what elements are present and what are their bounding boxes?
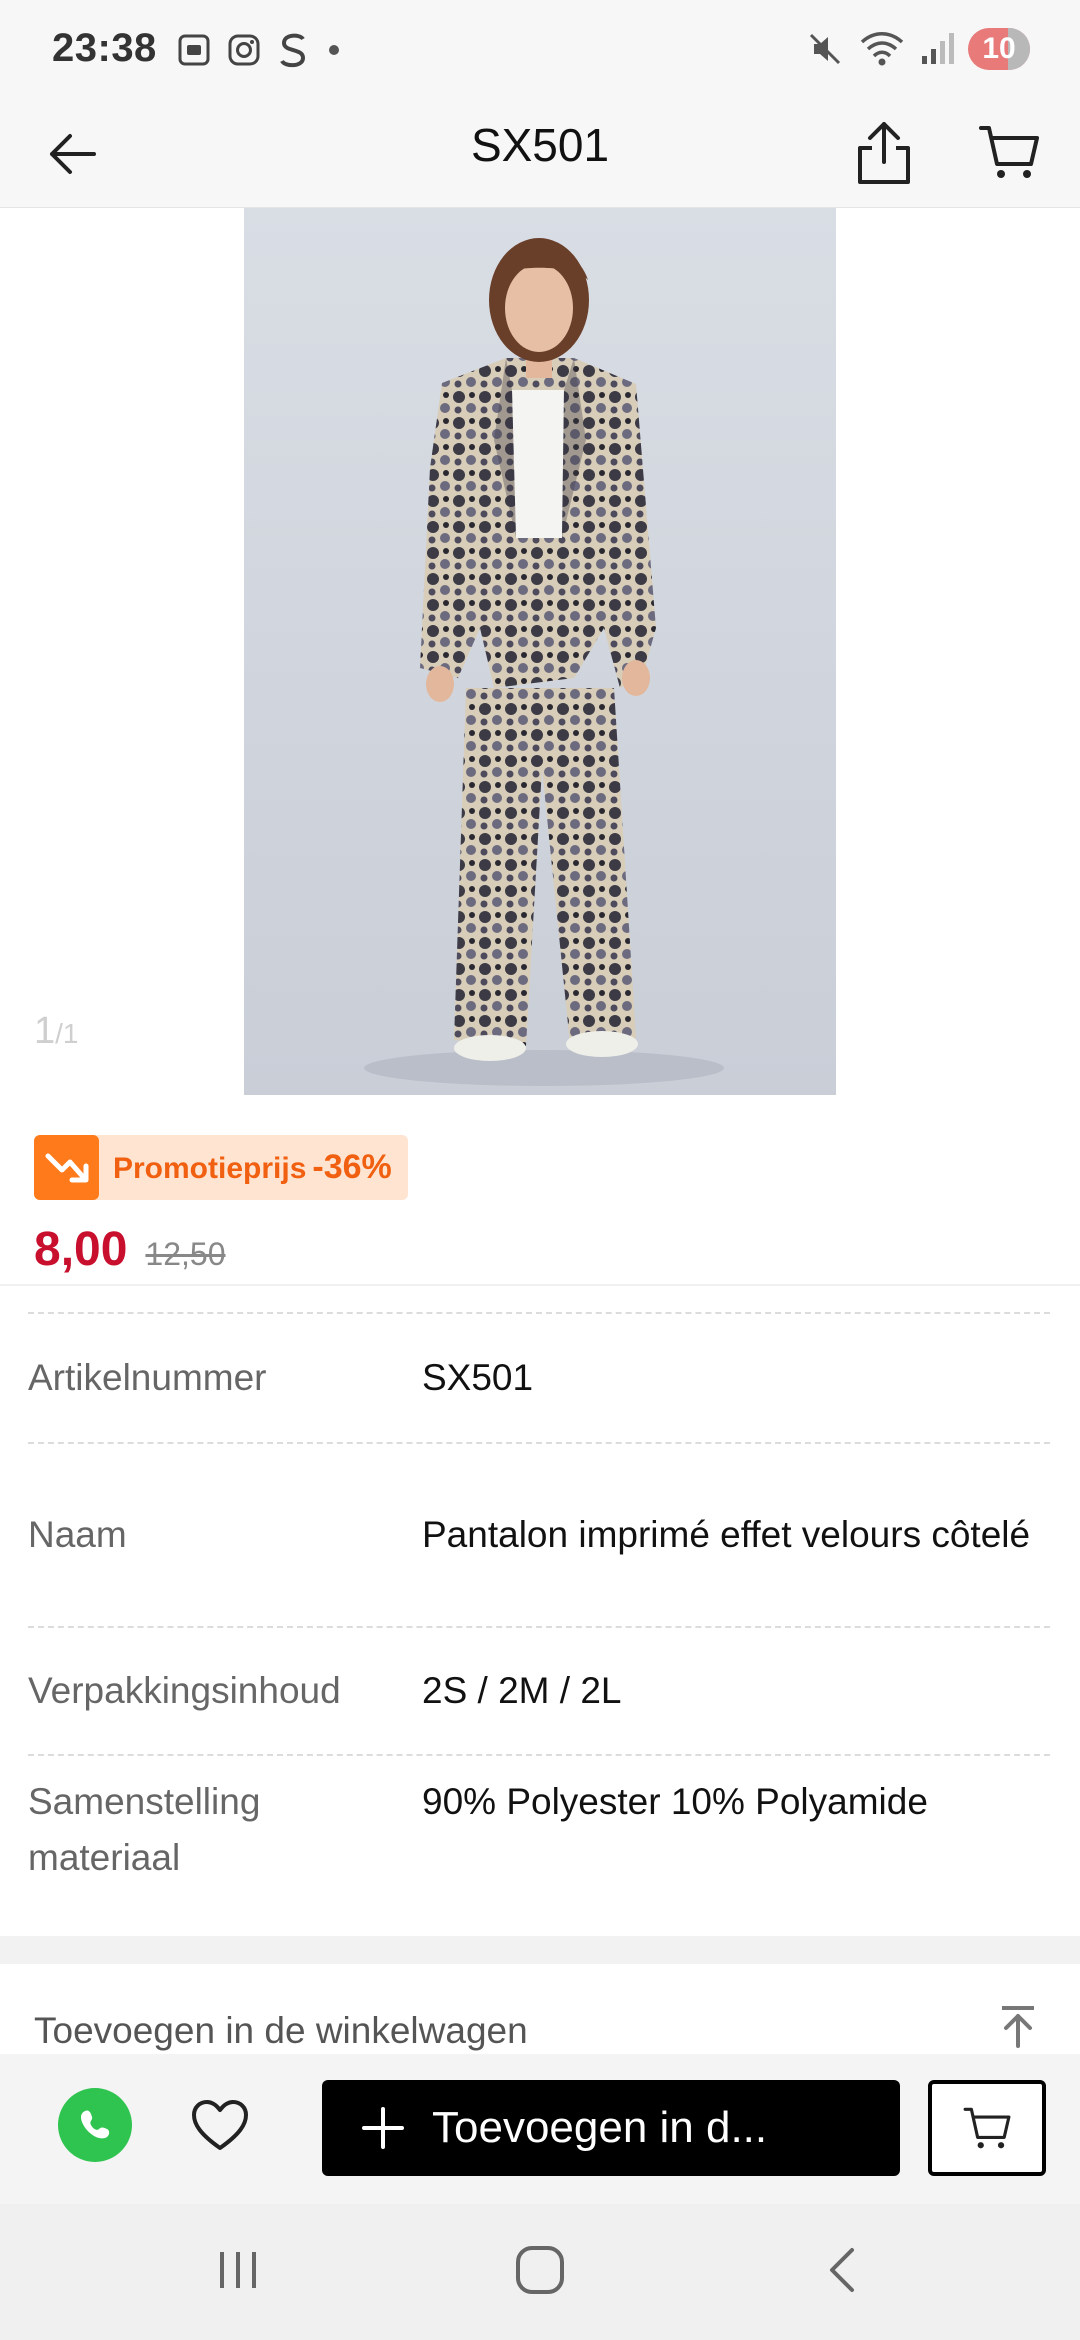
system-back-button[interactable]: [820, 2244, 864, 2301]
whatsapp-button[interactable]: [58, 2088, 132, 2162]
add-to-cart-section: Toevoegen in de winkelwagen: [0, 1964, 1080, 2054]
promo-discount: -36%: [312, 1148, 392, 1186]
cart-icon: [963, 2107, 1011, 2149]
signal-icon: [922, 33, 954, 64]
home-icon: [516, 2246, 564, 2294]
current-price: 8,00: [34, 1223, 128, 1276]
price-row: 8,00 12,50: [34, 1222, 226, 1277]
promo-label-text: Promotieprijs: [113, 1152, 307, 1185]
section-separator: [0, 1936, 1080, 1964]
status-time: 23:38: [52, 26, 157, 70]
add-to-cart-label: Toevoegen in d...: [432, 2103, 768, 2152]
battery-level: 10: [982, 32, 1016, 65]
top-app-bar: SX501: [0, 96, 1080, 208]
spec-row-name: Naam Pantalon imprimé effet velours côte…: [28, 1442, 1050, 1626]
divider: [0, 1284, 1080, 1286]
cart-button[interactable]: [928, 2080, 1046, 2176]
heart-icon: [192, 2100, 248, 2150]
spec-value: 90% Polyester 10% Polyamide: [422, 1781, 928, 1822]
recent-apps-icon: [220, 2252, 256, 2288]
scroll-to-top-button[interactable]: [996, 2004, 1040, 2053]
image-counter-current: 1: [34, 1010, 56, 1052]
recent-apps-button[interactable]: [214, 2244, 262, 2301]
bottom-action-bar: Toevoegen in d...: [0, 2054, 1080, 2204]
product-gallery[interactable]: [0, 208, 1080, 1096]
spec-label: Naam: [28, 1514, 127, 1555]
mute-icon: [809, 33, 841, 65]
spec-row-article-number: Artikelnummer SX501: [28, 1312, 1050, 1442]
status-system-icons: 10: [806, 26, 1030, 72]
spec-row-material: Samenstelling materiaal 90% Polyester 10…: [28, 1754, 1050, 1936]
original-price: 12,50: [145, 1236, 226, 1272]
section-title: Toevoegen in de winkelwagen: [34, 2010, 528, 2051]
battery-indicator: 10: [968, 28, 1030, 70]
spec-label: Verpakkingsinhoud: [28, 1670, 341, 1711]
product-specs-table: Artikelnummer SX501 Naam Pantalon imprim…: [28, 1312, 1050, 1936]
spec-value: SX501: [422, 1357, 534, 1398]
share-button[interactable]: [848, 114, 920, 190]
status-notification-icons: [176, 28, 344, 72]
spec-label: Artikelnummer: [28, 1357, 267, 1398]
image-counter: 1/1: [34, 1010, 79, 1053]
promo-badge: Promotieprijs -36%: [34, 1135, 408, 1200]
add-to-cart-button[interactable]: Toevoegen in d...: [322, 2080, 900, 2176]
promo-label: Promotieprijs -36%: [113, 1148, 392, 1187]
plus-icon: [360, 2105, 406, 2151]
scroll-to-top-icon: [1002, 2006, 1034, 2048]
header-cart-button[interactable]: [970, 114, 1048, 190]
spec-row-package-content: Verpakkingsinhoud 2S / 2M / 2L: [28, 1626, 1050, 1754]
share-icon: [858, 122, 910, 184]
favorite-button[interactable]: [190, 2098, 250, 2159]
s-app-icon: [280, 33, 306, 68]
instagram-icon: [228, 34, 260, 66]
chevron-left-icon: [830, 2248, 854, 2292]
wifi-icon: [860, 32, 904, 66]
status-bar: 23:38 10: [0, 0, 1080, 96]
spec-label: Samenstelling materiaal: [28, 1781, 261, 1878]
cart-icon: [979, 126, 1039, 178]
price-drop-icon: [34, 1135, 99, 1200]
spec-value: Pantalon imprimé effet velours côtelé: [422, 1514, 1031, 1555]
product-image[interactable]: [244, 208, 836, 1095]
system-navigation-bar: [0, 2204, 1080, 2340]
spec-value: 2S / 2M / 2L: [422, 1670, 622, 1711]
whatsapp-icon: [81, 2110, 110, 2139]
home-button[interactable]: [514, 2244, 566, 2301]
image-counter-total: /1: [55, 1018, 79, 1049]
dot-icon: [329, 45, 339, 55]
product-photo-illustration: [244, 208, 836, 1095]
screenshot-icon: [178, 34, 210, 66]
